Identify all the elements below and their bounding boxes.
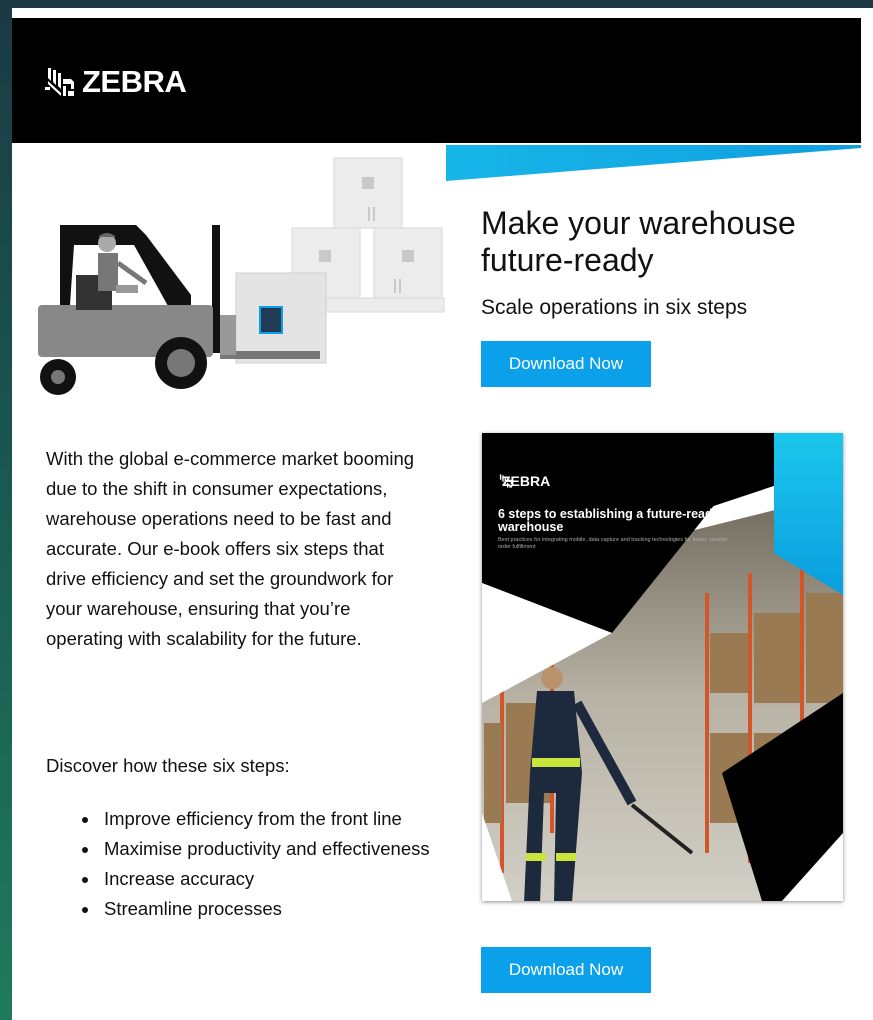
hero-headline: Make your warehouse future-ready xyxy=(481,205,796,278)
ebook-subtitle: Best practices for integrating mobile, d… xyxy=(498,537,728,550)
forklift-illustration xyxy=(38,157,445,395)
intro-paragraph: With the global e-commerce market boomin… xyxy=(46,448,415,649)
brand-header: ZEBRA xyxy=(12,18,861,143)
list-item: Streamline processes xyxy=(100,894,460,924)
list-item: Increase accuracy xyxy=(100,864,460,894)
zebra-head-icon xyxy=(45,68,74,96)
benefits-list: Improve efficiency from the front line M… xyxy=(78,804,460,924)
warehouse-photo xyxy=(482,433,843,901)
zebra-logo[interactable]: ZEBRA xyxy=(44,64,187,100)
hero-subhead: Scale operations in six steps xyxy=(481,296,748,319)
download-now-button-footer[interactable]: Download Now xyxy=(481,947,651,993)
ebook-zebra-logo: ZEBRA xyxy=(498,473,550,489)
download-now-button[interactable]: Download Now xyxy=(481,341,651,387)
zebra-head-icon xyxy=(499,474,513,488)
discover-heading: Discover how these six steps: xyxy=(46,755,290,776)
list-item: Maximise productivity and effectiveness xyxy=(100,834,460,864)
ebook-cover-image[interactable]: ZEBRA 6 steps to establishing a future-r… xyxy=(482,433,843,901)
list-item: Improve efficiency from the front line xyxy=(100,804,460,834)
ebook-title: 6 steps to establishing a future-ready w… xyxy=(498,507,720,534)
accent-stripe xyxy=(446,145,861,181)
zebra-wordmark: ZEBRA xyxy=(82,64,187,99)
